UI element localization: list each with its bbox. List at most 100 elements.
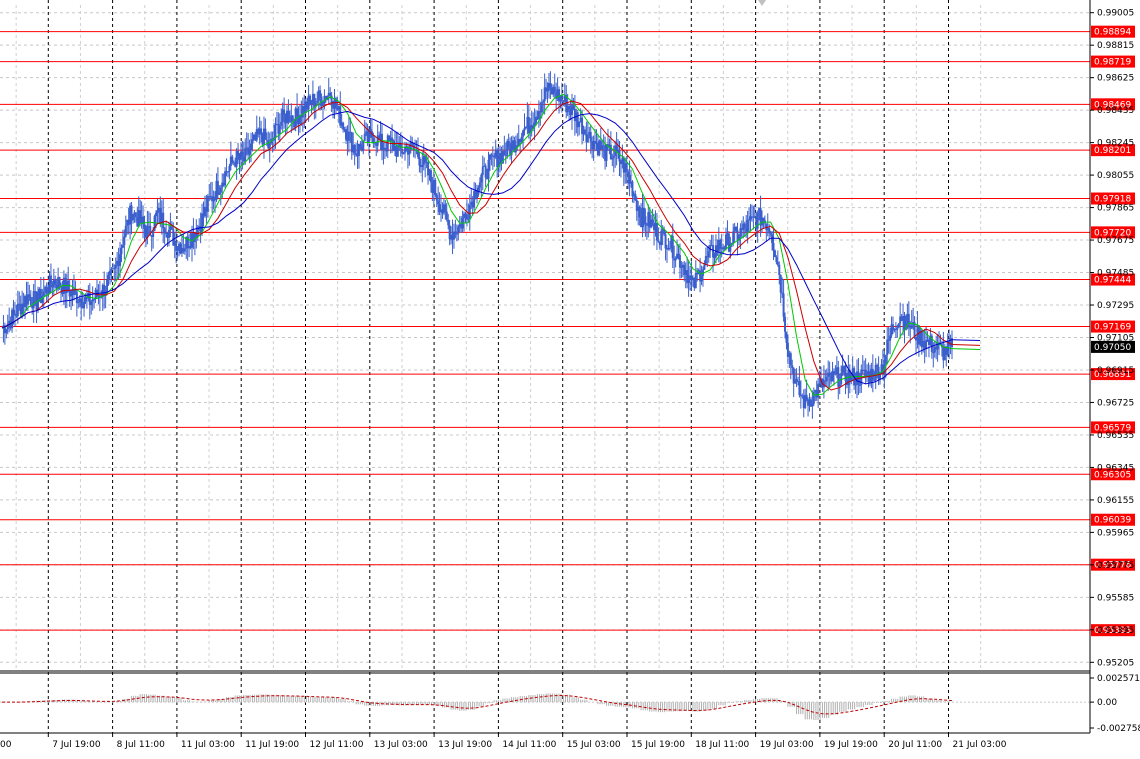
- candle-body: [583, 129, 586, 135]
- price-tick-label: 0.98625: [1097, 74, 1134, 84]
- candle-body: [152, 230, 155, 237]
- candle-body: [735, 226, 738, 231]
- candle-body: [523, 128, 526, 131]
- candle-body: [677, 253, 680, 256]
- candle-body: [454, 231, 457, 234]
- candle-body: [288, 121, 291, 123]
- candle-body: [627, 171, 630, 175]
- candle-body: [13, 313, 16, 316]
- candle-body: [712, 245, 715, 258]
- candle-body: [80, 298, 83, 307]
- candle-body: [478, 182, 481, 188]
- candle-body: [5, 329, 8, 334]
- candle-body: [854, 383, 857, 386]
- candle-body: [444, 204, 447, 212]
- candle-body: [342, 122, 345, 130]
- candle-body: [589, 132, 592, 142]
- candle-body: [481, 166, 484, 176]
- candle-body: [421, 164, 424, 168]
- candle-body: [657, 240, 660, 242]
- price-tick-label: 0.96725: [1097, 398, 1134, 408]
- candle-body: [319, 90, 322, 97]
- candle-body: [487, 159, 490, 180]
- candle-body: [664, 234, 667, 249]
- candle-body: [817, 383, 820, 398]
- price-tick-label: 0.97295: [1097, 301, 1134, 311]
- candle-body: [874, 364, 877, 381]
- price-tick-label: 0.96155: [1097, 496, 1134, 506]
- candle-body: [237, 150, 240, 157]
- candle-body: [840, 373, 843, 385]
- candle-body: [876, 364, 879, 367]
- candle-body: [455, 233, 458, 235]
- candle-body: [110, 269, 113, 271]
- price-tick-label: 0.97485: [1097, 269, 1134, 279]
- time-tick-label: 21 Jul 03:00: [953, 740, 1007, 750]
- candle-body: [873, 380, 876, 382]
- candle-body: [408, 149, 411, 155]
- price-tick-label: 0.98055: [1097, 171, 1134, 181]
- candle-body: [773, 250, 776, 258]
- candle-body: [542, 101, 545, 103]
- price-tick-label: 0.97105: [1097, 334, 1134, 344]
- candle-body: [490, 154, 493, 156]
- candle-body: [369, 129, 372, 131]
- candle-body: [524, 126, 527, 129]
- candle-body: [725, 234, 728, 248]
- time-tick-label: 13 Jul 19:00: [438, 740, 492, 750]
- candle-body: [206, 196, 209, 212]
- candle-body: [49, 275, 52, 285]
- candle-body: [396, 146, 399, 157]
- candle-body: [560, 95, 563, 101]
- candle-body: [228, 166, 231, 172]
- candle-body: [586, 135, 589, 143]
- candle-body: [165, 233, 168, 235]
- chart-canvas[interactable]: 0.988940.987190.984690.982010.979180.977…: [0, 0, 1140, 759]
- candle-body: [280, 121, 283, 126]
- candle-body: [231, 156, 234, 163]
- candle-body: [108, 270, 111, 276]
- candle-body: [250, 143, 253, 151]
- candle-body: [828, 372, 831, 376]
- time-tick-label: 12 Jul 11:00: [310, 740, 364, 750]
- candle-body: [625, 163, 628, 172]
- price-tick-label: 0.98435: [1097, 106, 1134, 116]
- candle-body: [910, 324, 913, 329]
- candle-body: [283, 109, 286, 115]
- candle-body: [651, 219, 654, 224]
- candle-body: [896, 327, 899, 330]
- candle-body: [886, 339, 889, 356]
- candle-body: [468, 204, 471, 219]
- price-tick-label: 0.95965: [1097, 528, 1134, 538]
- candle-body: [700, 275, 703, 282]
- candle-body: [42, 291, 45, 297]
- candle-body: [309, 95, 312, 101]
- candle-body: [507, 141, 510, 148]
- candle-body: [907, 313, 910, 328]
- candle-body: [362, 140, 365, 151]
- candle-body: [791, 365, 794, 369]
- candle-body: [768, 227, 771, 233]
- candle-body: [687, 275, 690, 284]
- price-tick-label: 0.96345: [1097, 463, 1134, 473]
- candle-body: [260, 128, 263, 135]
- candle-body: [224, 171, 227, 186]
- candle-body: [170, 226, 173, 229]
- candle-body: [437, 200, 440, 205]
- candle-body: [743, 223, 746, 228]
- candle-body: [402, 152, 405, 154]
- candle-body: [811, 403, 814, 407]
- candle-body: [680, 267, 683, 269]
- price-chart[interactable]: 0.98894 0.98719 0.98469 0.98201 0.97918 0.977…: [0, 0, 1140, 759]
- candle-body: [83, 301, 86, 309]
- time-tick-label: 15 Jul 19:00: [631, 740, 685, 750]
- candle-body: [120, 247, 123, 255]
- price-tick-label: 0.96915: [1097, 366, 1134, 376]
- candle-body: [578, 121, 581, 128]
- time-tick-label: 15 Jul 03:00: [567, 740, 621, 750]
- candle-body: [134, 212, 137, 218]
- candle-body: [93, 299, 96, 301]
- price-tick-label: 0.97675: [1097, 236, 1134, 246]
- candle-body: [183, 248, 186, 252]
- time-tick-label: 19 Jul 03:00: [760, 740, 814, 750]
